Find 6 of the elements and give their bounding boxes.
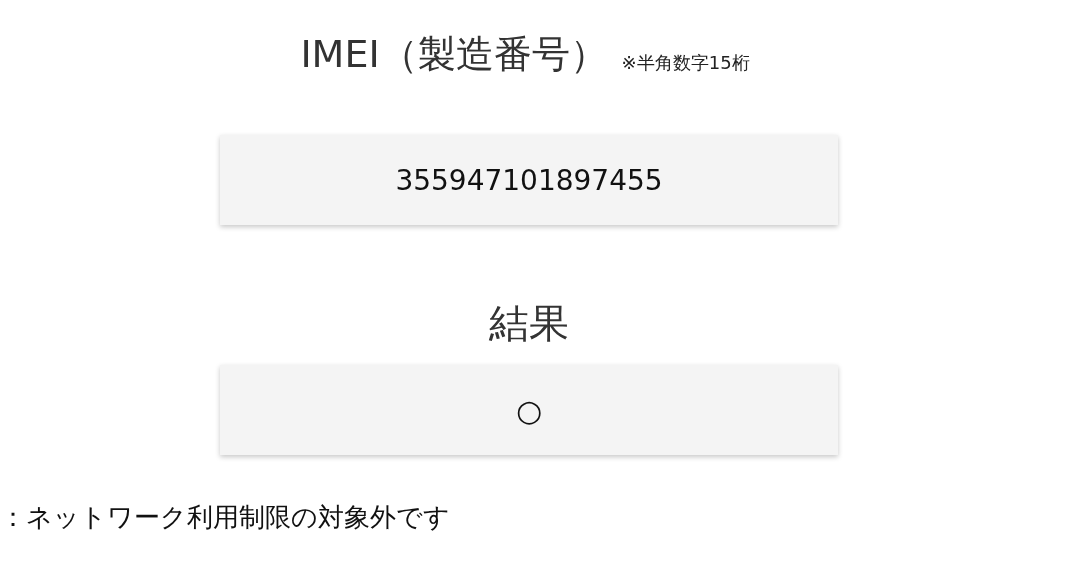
digit-note: ※半角数字15桁 — [621, 51, 750, 75]
imei-heading: IMEI（製造番号） — [300, 31, 608, 78]
imei-input-field[interactable]: 355947101897455 — [220, 135, 838, 225]
result-message: ：ネットワーク利用制限の対象外です — [0, 501, 450, 533]
result-heading: 結果 — [489, 299, 569, 348]
result-box: ○ — [220, 365, 838, 455]
